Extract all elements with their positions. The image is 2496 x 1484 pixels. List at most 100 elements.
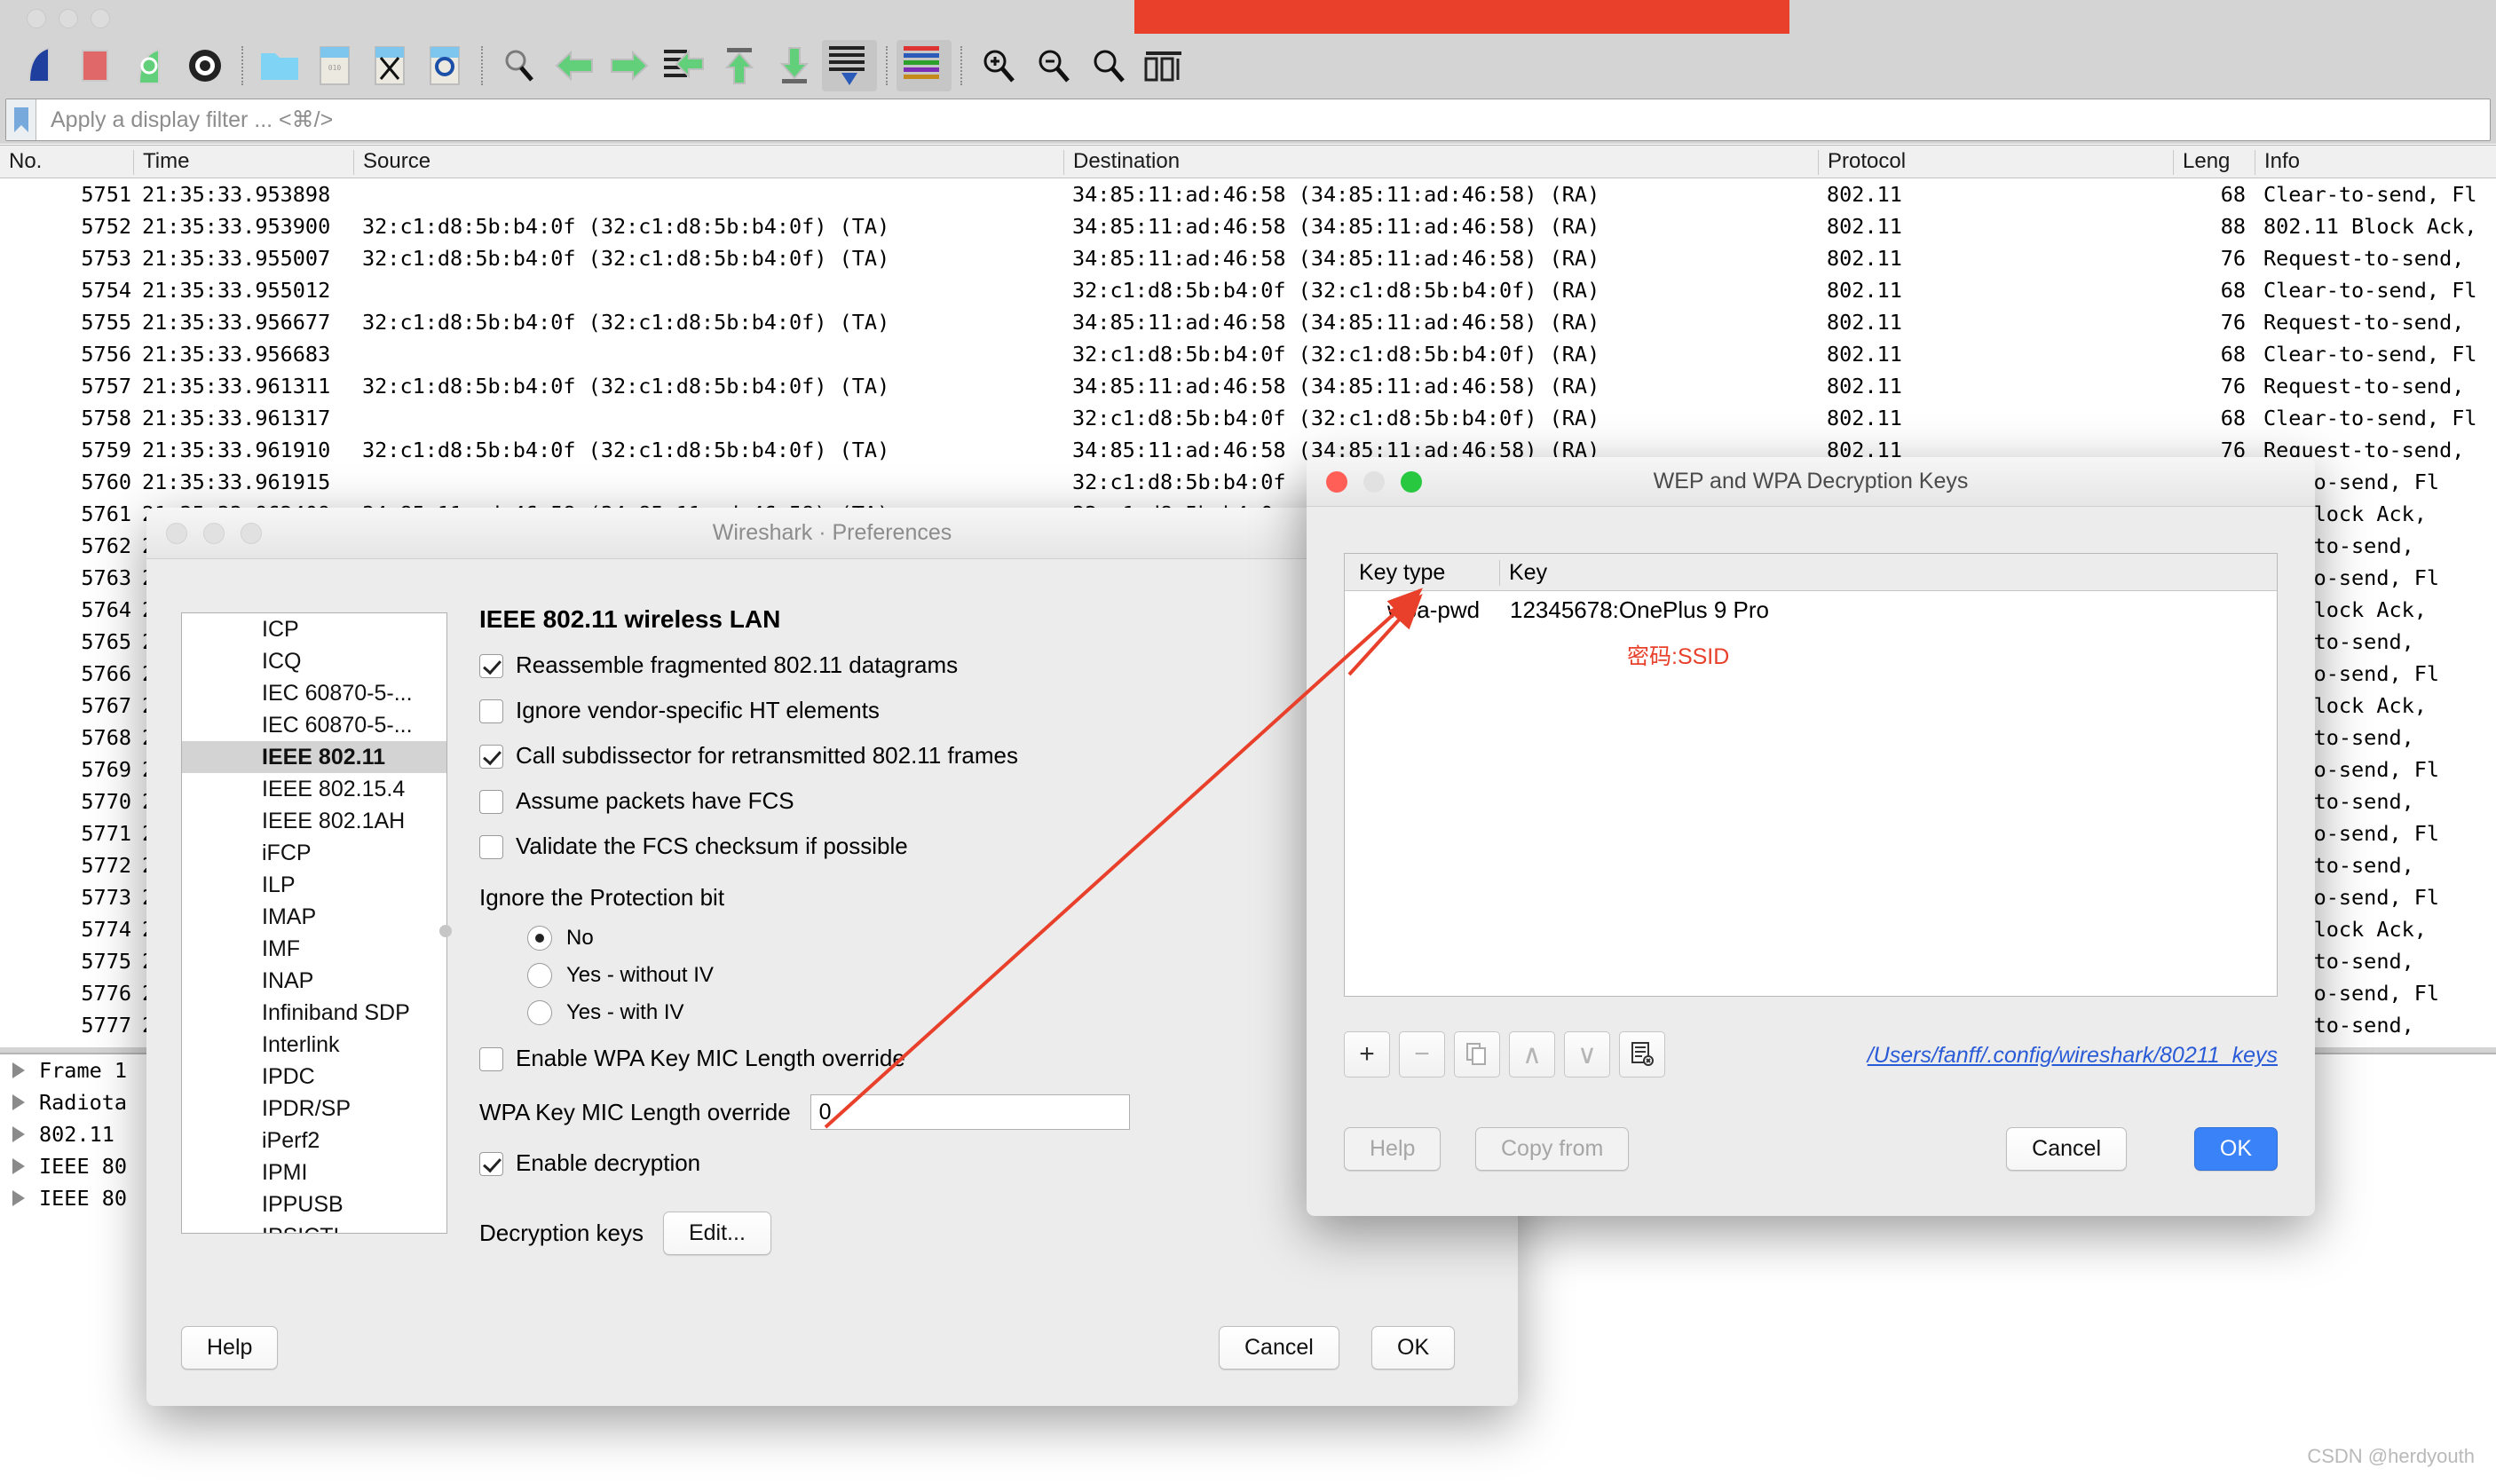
protocol-list-scroll-handle[interactable] bbox=[439, 925, 452, 937]
protocol-list-item[interactable]: iFCP bbox=[182, 837, 446, 869]
preference-checkbox[interactable] bbox=[479, 790, 503, 814]
remove-key-button[interactable]: − bbox=[1399, 1031, 1445, 1077]
resize-columns-icon[interactable] bbox=[1136, 40, 1191, 91]
preference-checkbox[interactable] bbox=[479, 654, 503, 678]
packet-row[interactable]: 5757 21:35:33.961311 32:c1:d8:5b:b4:0f (32… bbox=[0, 370, 2496, 402]
window-traffic-lights[interactable] bbox=[27, 9, 110, 28]
decryption-keys-dialog[interactable]: WEP and WPA Decryption Keys Key type Key… bbox=[1307, 457, 2315, 1216]
expand-triangle-icon[interactable] bbox=[12, 1190, 25, 1206]
go-to-first-packet-icon[interactable] bbox=[712, 40, 767, 91]
protocol-list-item[interactable]: IPDR/SP bbox=[182, 1093, 446, 1125]
maximize-window-button[interactable] bbox=[91, 9, 110, 28]
keys-dialog-close-button[interactable] bbox=[1326, 471, 1347, 493]
packet-list-header[interactable]: No. Time Source Destination Protocol Len… bbox=[0, 145, 2496, 178]
protocol-list-item[interactable]: ICQ bbox=[182, 645, 446, 677]
go-forward-icon[interactable] bbox=[602, 40, 657, 91]
packet-row[interactable]: 5756 21:35:33.956683 32:c1:d8:5b:b4:0f (32… bbox=[0, 338, 2496, 370]
display-filter-input[interactable]: Apply a display filter ... <⌘/> bbox=[36, 107, 333, 133]
protection-radio[interactable] bbox=[527, 963, 552, 988]
zoom-out-icon[interactable] bbox=[1026, 40, 1081, 91]
protection-radio[interactable] bbox=[527, 926, 552, 951]
keys-toolbar[interactable]: + − ∧ ∨ bbox=[1344, 1031, 1665, 1077]
packet-row[interactable]: 5758 21:35:33.961317 32:c1:d8:5b:b4:0f (32… bbox=[0, 402, 2496, 434]
preference-checkbox[interactable] bbox=[479, 745, 503, 769]
auto-scroll-icon[interactable] bbox=[822, 40, 877, 91]
zoom-in-icon[interactable] bbox=[971, 40, 1026, 91]
enable-decryption-checkbox[interactable] bbox=[479, 1152, 503, 1176]
go-back-icon[interactable] bbox=[547, 40, 602, 91]
column-header-no[interactable]: No. bbox=[0, 150, 142, 175]
mic-override-input[interactable]: 0 bbox=[810, 1094, 1130, 1130]
protocol-list-item[interactable]: IPDC bbox=[182, 1061, 446, 1093]
expand-triangle-icon[interactable] bbox=[12, 1158, 25, 1174]
packet-row[interactable]: 5753 21:35:33.955007 32:c1:d8:5b:b4:0f (32… bbox=[0, 242, 2496, 274]
protocol-list-item[interactable]: IEC 60870-5-... bbox=[182, 709, 446, 741]
save-file-icon[interactable]: 010 bbox=[307, 40, 362, 91]
protocol-list-item[interactable]: Infiniband SDP bbox=[182, 997, 446, 1029]
protocol-list-item[interactable]: ILP bbox=[182, 869, 446, 901]
search-input-wrapper[interactable]: Apply a display filter ... <⌘/> bbox=[5, 99, 2491, 141]
keys-column-header-key-type[interactable]: Key type bbox=[1350, 560, 1445, 586]
main-toolbar[interactable]: 010 bbox=[0, 36, 2496, 96]
clear-list-icon[interactable] bbox=[1619, 1031, 1665, 1077]
protocol-list[interactable]: ICP ICQ IEC 60870-5-... IEC 60870-5-... IEEE… bbox=[181, 612, 447, 1234]
bookmark-icon[interactable] bbox=[6, 99, 36, 140]
preferences-help-button[interactable]: Help bbox=[181, 1326, 279, 1370]
keys-table-body[interactable]: wpa-pwd 12345678:OnePlus 9 Pro bbox=[1345, 591, 2277, 630]
preferences-minimize-button[interactable] bbox=[203, 522, 225, 544]
protocol-list-item[interactable]: iPerf2 bbox=[182, 1125, 446, 1156]
display-filter-bar[interactable]: Apply a display filter ... <⌘/> bbox=[0, 96, 2496, 144]
decryption-keys-row[interactable]: Decryption keys Edit... bbox=[479, 1212, 1482, 1255]
protection-radio[interactable] bbox=[527, 1000, 552, 1025]
edit-decryption-keys-button[interactable]: Edit... bbox=[662, 1212, 771, 1255]
protocol-list-item[interactable]: IMAP bbox=[182, 901, 446, 933]
protocol-list-item[interactable]: Interlink bbox=[182, 1029, 446, 1061]
go-to-packet-icon[interactable] bbox=[657, 40, 712, 91]
minimize-window-button[interactable] bbox=[59, 9, 78, 28]
packet-row[interactable]: 5751 21:35:33.953898 34:85:11:ad:46:58 (34… bbox=[0, 178, 2496, 210]
stop-capture-icon[interactable] bbox=[67, 40, 122, 91]
column-header-source[interactable]: Source bbox=[353, 150, 1063, 175]
add-key-button[interactable]: + bbox=[1344, 1031, 1390, 1077]
keys-file-path-link[interactable]: /Users/fanff/.config/wireshark/80211_key… bbox=[1868, 1043, 2278, 1069]
keys-dialog-traffic-lights[interactable] bbox=[1326, 471, 1422, 493]
keys-dialog-minimize-button[interactable] bbox=[1363, 471, 1385, 493]
expand-triangle-icon[interactable] bbox=[12, 1094, 25, 1110]
column-header-time[interactable]: Time bbox=[133, 150, 355, 175]
move-key-down-button[interactable]: ∨ bbox=[1564, 1031, 1610, 1077]
find-packet-icon[interactable] bbox=[492, 40, 547, 91]
preference-checkbox[interactable] bbox=[479, 835, 503, 859]
column-header-protocol[interactable]: Protocol bbox=[1818, 150, 2173, 175]
move-key-up-button[interactable]: ∧ bbox=[1509, 1031, 1555, 1077]
column-header-length[interactable]: Leng bbox=[2173, 150, 2255, 175]
keys-table-row[interactable]: wpa-pwd 12345678:OnePlus 9 Pro bbox=[1345, 591, 2277, 630]
protocol-list-item[interactable]: IPMI bbox=[182, 1156, 446, 1188]
packet-row[interactable]: 5755 21:35:33.956677 32:c1:d8:5b:b4:0f (32… bbox=[0, 306, 2496, 338]
column-header-destination[interactable]: Destination bbox=[1063, 150, 1818, 175]
preferences-close-button[interactable] bbox=[166, 522, 187, 544]
preference-checkbox[interactable] bbox=[479, 699, 503, 723]
expand-triangle-icon[interactable] bbox=[12, 1126, 25, 1142]
enable-mic-override-checkbox[interactable] bbox=[479, 1047, 503, 1071]
copy-icon[interactable] bbox=[1454, 1031, 1500, 1077]
preferences-ok-button[interactable]: OK bbox=[1371, 1326, 1456, 1370]
protocol-list-item[interactable]: IEEE 802.15.4 bbox=[182, 773, 446, 805]
protocol-list-item[interactable]: IPPUSB bbox=[182, 1188, 446, 1220]
keys-ok-button[interactable]: OK bbox=[2193, 1127, 2278, 1171]
protocol-list-item[interactable]: INAP bbox=[182, 965, 446, 997]
go-to-last-packet-icon[interactable] bbox=[767, 40, 822, 91]
packet-row[interactable]: 5754 21:35:33.955012 32:c1:d8:5b:b4:0f (32… bbox=[0, 274, 2496, 306]
protocol-list-item[interactable]: IPSICTL bbox=[182, 1220, 446, 1233]
keys-help-button[interactable]: Help bbox=[1344, 1127, 1442, 1171]
reload-file-icon[interactable] bbox=[417, 40, 472, 91]
keys-column-header-key[interactable]: Key bbox=[1499, 560, 1547, 586]
preferences-traffic-lights[interactable] bbox=[166, 522, 262, 544]
zoom-reset-icon[interactable] bbox=[1081, 40, 1136, 91]
open-file-icon[interactable] bbox=[252, 40, 307, 91]
protocol-list-item[interactable]: IMF bbox=[182, 933, 446, 965]
keys-table[interactable]: Key type Key wpa-pwd 12345678:OnePlus 9 P… bbox=[1344, 553, 2278, 997]
expand-triangle-icon[interactable] bbox=[12, 1062, 25, 1078]
capture-options-icon[interactable] bbox=[178, 40, 233, 91]
keys-dialog-maximize-button[interactable] bbox=[1401, 471, 1422, 493]
restart-capture-icon[interactable] bbox=[122, 40, 178, 91]
